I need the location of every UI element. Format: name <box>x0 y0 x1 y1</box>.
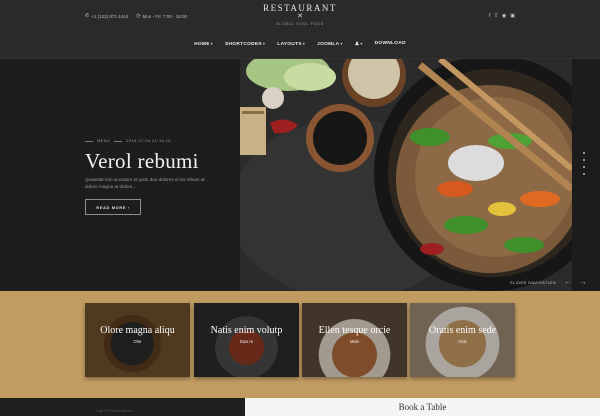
dish-card-subtitle: Grat <box>458 339 467 344</box>
meta-divider <box>114 140 123 142</box>
logo-brand: RESTAURANT <box>263 3 337 13</box>
dish-card[interactable]: Olore magna aliqu Olor <box>85 303 190 377</box>
hours-text: Mon - Fri: 7:00 - 18:00 <box>142 13 188 19</box>
dish-card-title: Oratis enim sede <box>428 325 497 336</box>
book-table-title: Book a Table <box>398 402 447 412</box>
meta-divider <box>85 140 93 142</box>
dish-card-title: Olore magna aliqu <box>100 325 175 336</box>
pinterest-icon[interactable]: ◉ <box>502 13 506 19</box>
reservations-label: Call For Reservations <box>96 409 133 413</box>
reservations-section: Call For Reservations <box>0 398 245 416</box>
site-header: ✆ +1 (123) 872 4444 ◷ Mon - Fri: 7:00 - 18… <box>0 0 600 59</box>
nav-label-layouts: LAYOUTS <box>277 42 302 47</box>
phone-number: +1 (123) 872 4444 <box>91 13 129 19</box>
nav-label-home: HOME <box>194 42 210 47</box>
twitter-icon[interactable]: 𝕋 <box>494 13 498 19</box>
slider-navigation: SLIDER NAVIGATION ← → <box>500 274 600 291</box>
dish-card[interactable]: Oratis enim sede Grat <box>410 303 515 377</box>
phone-icon: ✆ <box>85 13 90 19</box>
slide-title[interactable]: Verol rebumi <box>85 149 199 174</box>
instagram-icon[interactable]: ▣ <box>510 13 515 19</box>
nav-item-download[interactable]: DOWNLOAD <box>375 41 406 47</box>
nav-label-shortcodes: SHORTCODES <box>225 42 262 47</box>
nav-label-joomla: JOOMLA <box>317 42 340 47</box>
chevron-down-icon: ▾ <box>262 41 266 46</box>
slide-pagination <box>583 152 585 175</box>
food-photo-illustration <box>240 59 572 291</box>
dish-card-subtitle: Olor <box>133 339 142 344</box>
hero-content-panel: MENU 2016-07-04 21:16:16 Verol rebumi Qu… <box>0 59 240 291</box>
nav-label-download: DOWNLOAD <box>374 41 406 46</box>
slide-excerpt: Quaestat non accusam et justo duo dolore… <box>85 177 205 189</box>
slider-navigation-label: SLIDER NAVIGATION <box>510 280 557 285</box>
nav-item-joomla[interactable]: JOOMLA▾ <box>317 41 343 47</box>
user-icon: ♟ <box>354 42 360 47</box>
main-nav: HOME▾ SHORTCODES▾ LAYOUTS▾ JOOMLA▾ ♟▾ DO… <box>0 41 600 47</box>
featured-dishes-band: Olore magna aliqu Olor Natis enim volutp… <box>0 291 600 398</box>
next-arrow-icon[interactable]: → <box>580 279 588 286</box>
nav-item-home[interactable]: HOME▾ <box>194 41 213 47</box>
slide-dot[interactable] <box>583 159 585 161</box>
chevron-down-icon: ▾ <box>302 41 306 46</box>
site-logo[interactable]: RESTAURANT ✕ GLOBAL SOUL FOOD <box>258 3 342 26</box>
slide-dot[interactable] <box>583 173 585 175</box>
dish-card[interactable]: Natis enim volutp Duis re <box>194 303 299 377</box>
dish-card[interactable]: Ellen tesque orcie Malo <box>302 303 407 377</box>
clock-icon: ◷ <box>136 13 141 19</box>
prev-arrow-icon[interactable]: ← <box>564 279 572 286</box>
post-datetime: 2016-07-04 21:16:16 <box>126 139 171 143</box>
nav-item-user[interactable]: ♟▾ <box>355 41 363 47</box>
post-meta: MENU 2016-07-04 21:16:16 <box>85 139 171 143</box>
read-more-button[interactable]: READ MORE › <box>85 199 141 215</box>
slide-dot[interactable] <box>583 166 585 168</box>
hero-food-image <box>240 59 572 291</box>
post-category[interactable]: MENU <box>97 139 110 143</box>
contact-info: ✆ +1 (123) 872 4444 ◷ Mon - Fri: 7:00 - 18… <box>85 13 187 19</box>
opening-hours: ◷ Mon - Fri: 7:00 - 18:00 <box>136 13 187 19</box>
facebook-icon[interactable]: f <box>489 13 490 19</box>
cutlery-icon: ✕ <box>297 13 303 20</box>
logo-tagline: GLOBAL SOUL FOOD <box>275 22 325 26</box>
dish-card-title: Natis enim volutp <box>210 325 283 336</box>
chevron-down-icon: ▾ <box>360 41 363 46</box>
nav-item-shortcodes[interactable]: SHORTCODES▾ <box>225 41 265 47</box>
booking-section: Book a Table <box>245 398 600 416</box>
dish-card-subtitle: Malo <box>349 339 360 344</box>
slide-dot[interactable] <box>583 152 585 154</box>
chevron-down-icon: ▾ <box>210 41 214 46</box>
phone-contact[interactable]: ✆ +1 (123) 872 4444 <box>85 13 128 19</box>
nav-item-layouts[interactable]: LAYOUTS▾ <box>277 41 305 47</box>
dish-card-subtitle: Duis re <box>239 339 254 344</box>
hero-slider: MENU 2016-07-04 21:16:16 Verol rebumi Qu… <box>0 59 600 291</box>
social-links: f 𝕋 ◉ ▣ <box>489 13 515 19</box>
chevron-down-icon: ▾ <box>340 41 343 46</box>
dish-card-title: Ellen tesque orcie <box>318 325 391 336</box>
restaurant-page: ✆ +1 (123) 872 4444 ◷ Mon - Fri: 7:00 - 18… <box>0 0 600 416</box>
